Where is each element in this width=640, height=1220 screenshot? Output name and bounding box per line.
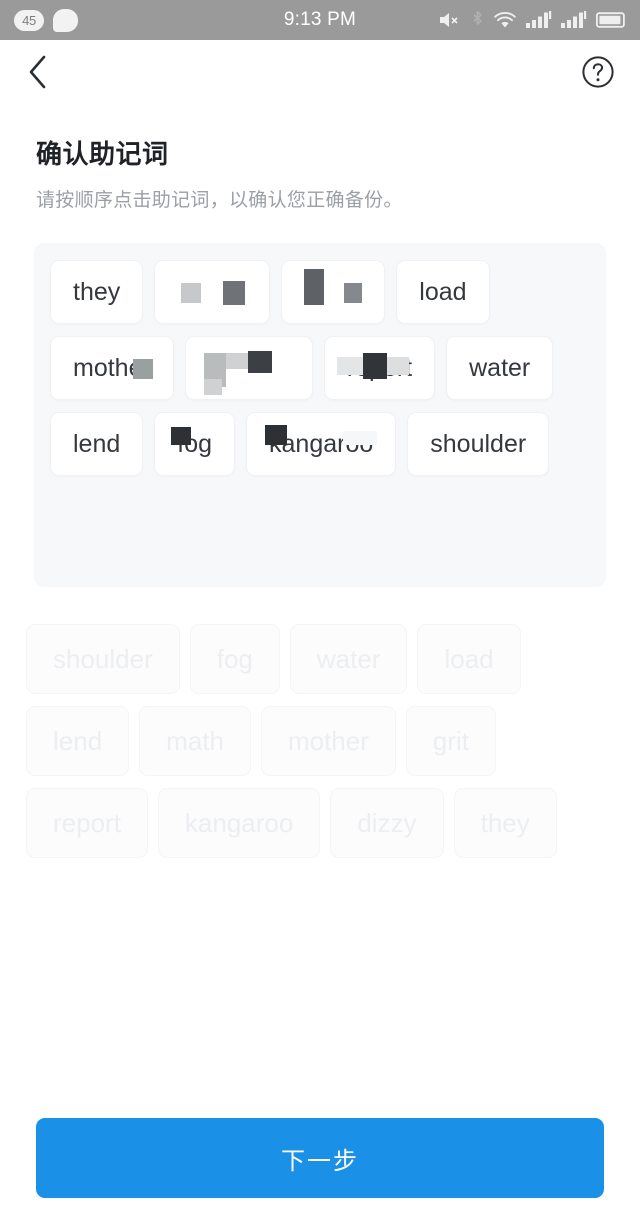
mosaic-block bbox=[171, 427, 192, 445]
selected-chip[interactable]: shoulder bbox=[407, 412, 550, 476]
word-bank-chip[interactable]: dizzy bbox=[330, 788, 444, 858]
mosaic-block bbox=[336, 357, 363, 375]
chevron-left-icon bbox=[27, 54, 49, 95]
mosaic-block bbox=[265, 425, 288, 445]
battery-icon bbox=[596, 11, 626, 29]
wifi-icon bbox=[493, 11, 517, 30]
selected-chip[interactable]: report bbox=[323, 336, 436, 400]
nav-bar bbox=[0, 40, 640, 108]
word-bank-chip[interactable]: water bbox=[289, 624, 408, 694]
selected-chip-label: they bbox=[73, 277, 121, 306]
signal-sim2-icon bbox=[561, 10, 587, 30]
selected-chip[interactable] bbox=[184, 336, 313, 400]
selected-chip-label: water bbox=[469, 353, 531, 382]
word-bank-chip[interactable]: fog bbox=[189, 624, 280, 694]
selected-chip[interactable]: water bbox=[446, 336, 554, 400]
mosaic-block bbox=[362, 353, 387, 379]
selected-chip[interactable]: lend bbox=[50, 412, 144, 476]
status-bar: 45 9:13 PM bbox=[0, 0, 640, 40]
word-bank-chip[interactable]: grit bbox=[405, 706, 497, 776]
selected-chip-list: they load mother report water lend fogkangaroo… bbox=[50, 260, 590, 476]
word-bank-chip[interactable]: lend bbox=[26, 706, 130, 776]
page-subtitle: 请按顺序点击助记词，以确认您正确备份。 bbox=[36, 190, 403, 211]
volume-mute-icon bbox=[438, 10, 462, 30]
word-bank-chip[interactable]: report bbox=[26, 788, 148, 858]
word-bank-chip[interactable]: shoulder bbox=[26, 624, 180, 694]
selected-chip[interactable]: they bbox=[50, 260, 144, 324]
mosaic-block bbox=[225, 353, 248, 369]
mosaic-block bbox=[304, 269, 325, 305]
selected-chip-label: load bbox=[419, 277, 467, 306]
word-bank-list: shoulder fog water load lend math mother grit re… bbox=[26, 624, 614, 858]
status-bar-right bbox=[438, 10, 626, 31]
mosaic-block bbox=[344, 283, 363, 303]
word-bank-chip[interactable]: load bbox=[417, 624, 521, 694]
selected-chip[interactable] bbox=[281, 260, 386, 324]
footer: 下一步 bbox=[0, 1096, 640, 1220]
mosaic-block bbox=[223, 281, 246, 305]
word-bank-chip[interactable]: kangaroo bbox=[157, 788, 321, 858]
mosaic-block bbox=[133, 359, 153, 379]
selected-chip-label: lend bbox=[73, 429, 121, 458]
selected-chip-label: shoulder bbox=[430, 429, 527, 458]
selected-words-panel: they load mother report water lend fogkangaroo… bbox=[34, 243, 606, 587]
mosaic-block bbox=[181, 283, 202, 303]
mosaic-block bbox=[386, 357, 409, 375]
help-circle-icon bbox=[581, 55, 615, 94]
word-bank-chip[interactable]: they bbox=[453, 788, 557, 858]
back-button[interactable] bbox=[18, 54, 58, 94]
word-bank-chip[interactable]: math bbox=[139, 706, 251, 776]
selected-chip[interactable]: kangaroo bbox=[246, 412, 397, 476]
signal-sim1-icon bbox=[526, 10, 552, 30]
word-bank-chip[interactable]: mother bbox=[260, 706, 396, 776]
selected-chip[interactable] bbox=[154, 260, 271, 324]
mosaic-block bbox=[247, 351, 272, 373]
next-step-button[interactable]: 下一步 bbox=[36, 1118, 604, 1198]
mosaic-block bbox=[203, 379, 222, 395]
page-title: 确认助记词 bbox=[36, 139, 169, 169]
mosaic-block bbox=[343, 431, 378, 445]
selected-chip[interactable]: fog bbox=[154, 412, 236, 476]
selected-chip[interactable]: load bbox=[396, 260, 490, 324]
bluetooth-icon bbox=[471, 10, 484, 31]
selected-chip[interactable]: mother bbox=[50, 336, 174, 400]
heading-block: 确认助记词 请按顺序点击助记词，以确认您正确备份。 bbox=[0, 108, 640, 212]
help-button[interactable] bbox=[578, 54, 618, 94]
